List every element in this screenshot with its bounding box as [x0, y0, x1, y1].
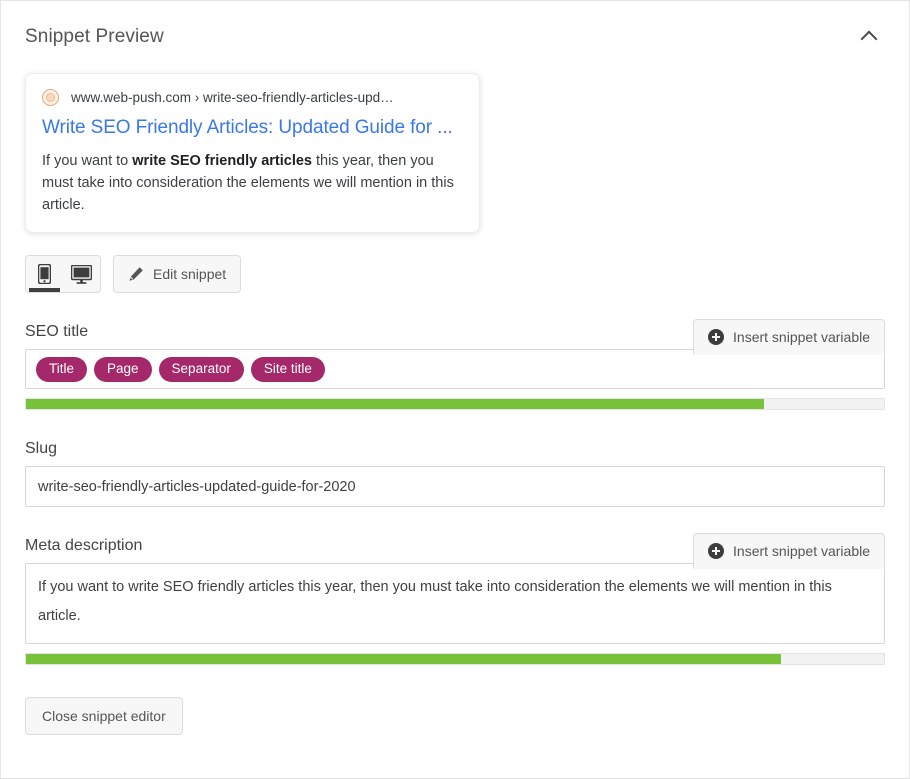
- edit-snippet-label: Edit snippet: [153, 266, 227, 283]
- slug-label: Slug: [25, 440, 58, 458]
- page-title: Snippet Preview: [25, 26, 164, 47]
- plus-circle-icon: [708, 543, 725, 560]
- seo-title-progress-fill: [26, 399, 764, 410]
- slug-header: Slug: [25, 440, 885, 466]
- snippet-variable-chip[interactable]: Page: [94, 356, 152, 382]
- seo-title-field: SEO title Insert snippet variable Title …: [25, 319, 885, 411]
- meta-description-input[interactable]: If you want to write SEO friendly articl…: [25, 563, 885, 645]
- device-toggle-desktop[interactable]: [63, 256, 100, 292]
- panel-header: Snippet Preview: [1, 1, 909, 73]
- seo-title-input[interactable]: Title Page Separator Site title: [25, 349, 885, 390]
- site-favicon-icon: [42, 89, 59, 107]
- panel-body: www.web-push.com › write-seo-friendly-ar…: [1, 73, 909, 736]
- meta-description-insert-variable-button[interactable]: Insert snippet variable: [693, 533, 885, 570]
- desktop-monitor-icon: [71, 264, 92, 284]
- plus-circle-icon: [708, 329, 725, 346]
- seo-title-progress-bar: [25, 398, 885, 411]
- snippet-editor-panel: Snippet Preview www.web-push.com › write…: [0, 0, 910, 779]
- snippet-variable-chip[interactable]: Site title: [250, 356, 325, 382]
- meta-description-insert-variable-label: Insert snippet variable: [733, 543, 870, 560]
- collapse-panel-button[interactable]: [853, 21, 885, 53]
- meta-description-progress-fill: [26, 654, 782, 665]
- seo-title-label: SEO title: [25, 323, 89, 341]
- chevron-up-icon: [860, 30, 878, 48]
- device-toggle-mobile[interactable]: [26, 256, 63, 293]
- slug-field: Slug write-seo-friendly-articles-updated…: [25, 440, 885, 508]
- snippet-title[interactable]: Write SEO Friendly Articles: Updated Gui…: [42, 116, 463, 140]
- mobile-phone-icon: [38, 264, 51, 285]
- seo-title-insert-variable-button[interactable]: Insert snippet variable: [693, 319, 885, 356]
- snippet-preview-card[interactable]: www.web-push.com › write-seo-friendly-ar…: [25, 73, 480, 234]
- snippet-description: If you want to write SEO friendly articl…: [42, 150, 463, 217]
- pencil-icon: [129, 267, 143, 282]
- slug-input[interactable]: write-seo-friendly-articles-updated-guid…: [25, 466, 885, 508]
- snippet-variable-chip[interactable]: Separator: [158, 356, 244, 382]
- edit-snippet-button[interactable]: Edit snippet: [113, 255, 242, 294]
- snippet-description-highlight: write SEO friendly articles: [132, 152, 312, 169]
- snippet-url: www.web-push.com › write-seo-friendly-ar…: [71, 90, 394, 105]
- snippet-variable-chip[interactable]: Title: [36, 356, 88, 382]
- seo-title-insert-variable-label: Insert snippet variable: [733, 329, 870, 346]
- meta-description-field: Meta description Insert snippet variable…: [25, 533, 885, 666]
- snippet-description-prefix: If you want to: [42, 152, 133, 169]
- meta-description-progress-bar: [25, 653, 885, 666]
- snippet-url-row: www.web-push.com › write-seo-friendly-ar…: [42, 89, 463, 107]
- preview-controls-row: Edit snippet: [25, 255, 885, 294]
- slug-value: write-seo-friendly-articles-updated-guid…: [38, 478, 356, 495]
- device-toggle-group[interactable]: [25, 255, 101, 294]
- meta-description-label: Meta description: [25, 537, 143, 555]
- panel-footer: Close snippet editor: [25, 697, 885, 736]
- close-snippet-editor-button[interactable]: Close snippet editor: [25, 697, 183, 736]
